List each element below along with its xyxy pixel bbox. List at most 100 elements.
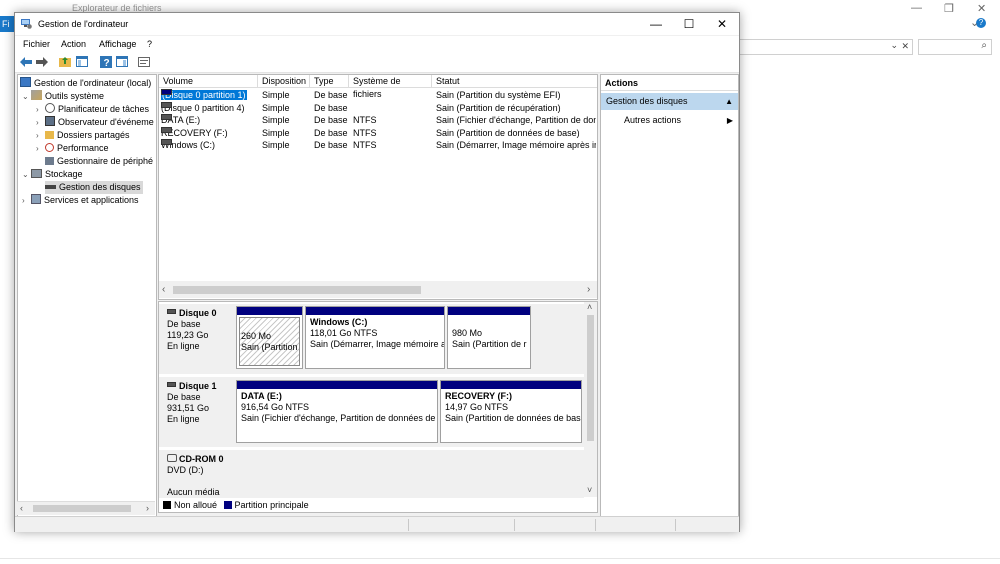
partition-status: Sain (Démarrer, Image mémoire a: [310, 339, 445, 349]
scroll-right-icon[interactable]: ›: [587, 284, 590, 295]
tree-label-diskmgmt: Gestion des disques: [59, 182, 141, 192]
tree-root-label: Gestion de l'ordinateur (local): [34, 78, 152, 88]
tree-item-storage[interactable]: ⌄ Stockage: [22, 168, 83, 181]
partition-name: Windows (C:): [310, 317, 368, 327]
scroll-left-icon[interactable]: ‹: [20, 503, 23, 513]
device-manager-icon: [45, 157, 54, 165]
address-dropdown-icon[interactable]: ⌄: [890, 40, 898, 51]
explorer-close-button[interactable]: ✕: [977, 2, 986, 15]
tree-item-services[interactable]: › Services et applications: [22, 194, 139, 207]
primary-partition-swatch: [223, 501, 232, 509]
volume-cell-layout: Simple: [262, 127, 290, 138]
menu-action[interactable]: Action: [61, 39, 86, 49]
volume-cell-layout: Simple: [262, 140, 290, 150]
disk-map-scroll-thumb[interactable]: [587, 315, 594, 441]
expand-chevron-icon[interactable]: ›: [22, 194, 31, 207]
volume-list: Volume Disposition Type Système de fichi…: [158, 74, 598, 300]
tree-horizontal-scrollbar[interactable]: ‹ ›: [17, 501, 155, 515]
tree-item-performance[interactable]: › Performance: [36, 142, 109, 155]
partition-status: Sain (Partition de données de base: [445, 413, 582, 423]
search-icon[interactable]: ⌕: [981, 40, 987, 51]
disk-info[interactable]: Disque 0 De base 119,23 Go En ligne: [161, 304, 233, 374]
volume-icon: [161, 101, 172, 108]
menu-help[interactable]: ?: [147, 39, 152, 49]
collapse-chevron-icon[interactable]: ⌄: [22, 168, 31, 181]
tree-item-root[interactable]: Gestion de l'ordinateur (local): [20, 77, 151, 90]
tree-item-device-manager[interactable]: Gestionnaire de périphé: [45, 155, 153, 168]
show-hide-tree-icon[interactable]: [75, 55, 88, 68]
explorer-restore-button[interactable]: ❐: [944, 2, 954, 15]
column-header-volume[interactable]: Volume: [159, 75, 258, 88]
address-clear-icon[interactable]: ✕: [901, 41, 909, 52]
partition-efi[interactable]: 260 Mo Sain (Partition: [236, 306, 303, 369]
maximize-button[interactable]: ☐: [672, 13, 706, 35]
volume-row[interactable]: (Disque 0 partition 4) Simple De base Sain …: [159, 101, 597, 114]
column-header-layout[interactable]: Disposition: [258, 75, 310, 88]
volume-icon: [161, 114, 172, 120]
ribbon-expand-icon[interactable]: ⌄: [970, 16, 979, 29]
tree-label-performance: Performance: [57, 143, 109, 153]
forward-arrow-icon[interactable]: [35, 55, 48, 68]
partition-data[interactable]: DATA (E:) 916,54 Go NTFS Sain (Fichier d…: [236, 380, 438, 443]
tools-icon: [31, 90, 42, 100]
tree-item-shared-folders[interactable]: › Dossiers partagés: [36, 129, 130, 142]
collapse-chevron-icon[interactable]: ⌄: [22, 90, 31, 103]
explorer-address-bar[interactable]: ⌄ ✕: [740, 39, 913, 55]
volume-row[interactable]: Windows (C:) Simple De base NTFS Sain (Démar…: [159, 139, 597, 151]
volume-cell-layout: Simple: [262, 102, 290, 113]
window-titlebar[interactable]: Gestion de l'ordinateur — ☐ ✕: [15, 13, 739, 35]
scroll-down-icon[interactable]: ˅: [587, 485, 592, 495]
scroll-up-icon[interactable]: ˄: [587, 302, 592, 312]
partition-windows[interactable]: Windows (C:) 118,01 Go NTFS Sain (Démarr…: [305, 306, 445, 369]
column-header-type[interactable]: Type: [310, 75, 349, 88]
back-arrow-icon[interactable]: [19, 55, 32, 68]
actions-section-disk-management[interactable]: Gestion des disques ▲: [601, 93, 738, 110]
cdrom-info[interactable]: CD-ROM 0 DVD (D:) Aucun média: [161, 450, 233, 498]
volume-list-horizontal-scrollbar[interactable]: ‹ ›: [159, 281, 597, 298]
computer-management-icon: [20, 77, 31, 87]
menu-fichier[interactable]: Fichier: [23, 39, 50, 49]
show-hide-action-pane-icon[interactable]: [115, 55, 128, 68]
expand-chevron-icon[interactable]: ›: [36, 129, 45, 142]
explorer-minimize-button[interactable]: —: [911, 2, 922, 14]
tree-item-task-scheduler[interactable]: › Planificateur de tâches: [36, 103, 149, 116]
disk-map-vertical-scrollbar[interactable]: ˄ ˅: [584, 302, 597, 497]
status-separator: [675, 519, 676, 531]
menu-affichage[interactable]: Affichage: [99, 39, 136, 49]
collapse-triangle-icon[interactable]: ▲: [725, 93, 733, 110]
cdrom-icon: [167, 454, 177, 462]
volume-row[interactable]: DATA (E:) Simple De base NTFS Sain (Fichier …: [159, 114, 597, 126]
scroll-left-icon[interactable]: ‹: [162, 284, 165, 295]
help-book-icon[interactable]: ?: [99, 55, 112, 68]
tree-item-disk-management[interactable]: Gestion des disques: [45, 181, 143, 194]
tree-item-event-viewer[interactable]: › Observateur d'événeme: [36, 116, 154, 129]
partition-bar: [441, 381, 581, 389]
column-header-status[interactable]: Statut: [432, 75, 597, 88]
up-folder-icon[interactable]: [58, 55, 71, 68]
volume-cell-status: Sain (Démarrer, Image mémoire après inc: [436, 140, 596, 150]
unallocated-swatch: [163, 501, 171, 509]
expand-chevron-icon[interactable]: ›: [36, 103, 45, 116]
expand-chevron-icon[interactable]: ›: [36, 142, 45, 155]
partition-recovery-disk0[interactable]: 980 Mo Sain (Partition de r: [447, 306, 531, 369]
minimize-button[interactable]: —: [639, 13, 673, 35]
volume-list-scroll-thumb[interactable]: [173, 286, 421, 294]
partition-size: 14,97 Go NTFS: [445, 402, 509, 412]
disk-icon: [167, 309, 176, 314]
svg-text:?: ?: [103, 58, 109, 68]
tree-scroll-thumb[interactable]: [33, 505, 131, 512]
scroll-right-icon[interactable]: ›: [146, 503, 149, 513]
cdrom-row: CD-ROM 0 DVD (D:) Aucun média: [159, 450, 584, 498]
explorer-search-box[interactable]: ⌕: [918, 39, 992, 55]
actions-more-actions[interactable]: Autres actions ▶: [601, 114, 738, 127]
volume-row[interactable]: (Disque 0 partition 1) Simple De base Sain …: [159, 89, 597, 101]
column-header-filesystem[interactable]: Système de fichiers: [349, 75, 432, 99]
disk-info[interactable]: Disque 1 De base 931,51 Go En ligne: [161, 377, 233, 447]
expand-chevron-icon[interactable]: ›: [36, 116, 45, 129]
close-button[interactable]: ✕: [705, 13, 739, 35]
volume-row[interactable]: RECOVERY (F:) Simple De base NTFS Sain (Part…: [159, 126, 597, 139]
properties-icon[interactable]: [137, 55, 150, 68]
volume-name: (Disque 0 partition 1): [161, 90, 247, 100]
tree-item-system-tools[interactable]: ⌄ Outils système: [22, 90, 104, 103]
partition-recovery[interactable]: RECOVERY (F:) 14,97 Go NTFS Sain (Partit…: [440, 380, 582, 443]
